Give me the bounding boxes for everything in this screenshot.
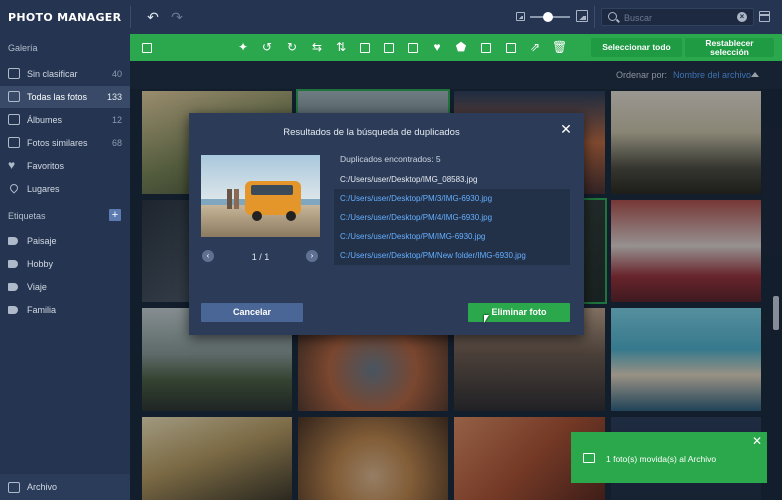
heart-icon: ♥ bbox=[8, 158, 16, 172]
small-thumbnail-icon[interactable] bbox=[516, 12, 525, 21]
large-thumbnail-icon[interactable] bbox=[576, 10, 588, 22]
similar-photos-icon bbox=[8, 137, 20, 148]
albums-icon bbox=[8, 114, 20, 125]
tag-icon bbox=[8, 283, 18, 291]
add-tag-button[interactable]: + bbox=[109, 209, 121, 221]
prev-icon[interactable]: ‹ bbox=[202, 250, 214, 262]
rotate-right-icon[interactable]: ↻ bbox=[285, 40, 299, 54]
sidebar-item-label: Álbumes bbox=[27, 115, 63, 125]
search-box[interactable]: × bbox=[601, 8, 754, 26]
slider-knob[interactable] bbox=[543, 12, 553, 22]
search-input[interactable] bbox=[624, 11, 734, 24]
sidebar-item-all-photos[interactable]: Todas las fotos 133 bbox=[0, 86, 130, 108]
sidebar-item-label: Archivo bbox=[27, 482, 58, 492]
sidebar-tag-landscape[interactable]: Paisaje bbox=[0, 230, 130, 252]
reset-line-2: selección bbox=[710, 46, 749, 57]
sidebar-tag-hobby[interactable]: Hobby bbox=[0, 253, 130, 275]
move-icon[interactable] bbox=[504, 40, 518, 54]
duplicate-preview-image bbox=[201, 155, 320, 237]
rotate-left-icon[interactable]: ↺ bbox=[260, 40, 274, 54]
heart-icon[interactable]: ♥ bbox=[430, 40, 444, 54]
sidebar-tag-family[interactable]: Familia bbox=[0, 299, 130, 321]
divider bbox=[130, 6, 131, 28]
duplicates-count: Duplicados encontrados: 5 bbox=[340, 154, 441, 164]
sidebar-item-albums[interactable]: Álbumes 12 bbox=[0, 109, 130, 131]
pager: 1 / 1 bbox=[251, 252, 270, 262]
slideshow-icon[interactable] bbox=[479, 40, 493, 54]
share-icon[interactable]: ⇗ bbox=[528, 40, 542, 54]
next-icon[interactable]: › bbox=[306, 250, 318, 262]
redo-icon[interactable]: ↷ bbox=[169, 9, 185, 25]
reset-selection-button[interactable]: Restablecer selección bbox=[685, 38, 774, 57]
item-count: 40 bbox=[111, 69, 122, 79]
sidebar-item-label: Todas las fotos bbox=[27, 92, 88, 102]
sidebar-item-label: Fotos similares bbox=[27, 138, 88, 148]
tag-icon bbox=[8, 260, 18, 268]
flip-vertical-icon[interactable]: ⇅ bbox=[334, 40, 348, 54]
divider bbox=[594, 6, 595, 28]
select-all-button[interactable]: Seleccionar todo bbox=[591, 38, 682, 57]
magic-wand-icon[interactable]: ✦ bbox=[236, 40, 250, 54]
pin-icon bbox=[8, 182, 20, 194]
mouse-cursor bbox=[484, 315, 489, 323]
photos-icon bbox=[8, 91, 20, 102]
tag-label: Paisaje bbox=[27, 236, 57, 246]
sidebar-item-favorites[interactable]: ♥ Favoritos bbox=[0, 155, 130, 177]
toast-message: 1 foto(s) movida(s) al Archivo bbox=[606, 454, 717, 464]
tag-icon bbox=[8, 237, 18, 245]
item-count: 12 bbox=[111, 115, 122, 125]
van-photo-icon bbox=[201, 155, 320, 237]
clear-search-icon[interactable]: × bbox=[737, 12, 747, 22]
tag-label: Familia bbox=[27, 305, 57, 315]
image-icon bbox=[583, 453, 595, 463]
flip-horizontal-icon[interactable]: ⇆ bbox=[310, 40, 324, 54]
tag-icon[interactable]: ⬟ bbox=[454, 40, 468, 54]
duplicate-results-dialog: Resultados de la búsqueda de duplicados … bbox=[189, 113, 584, 335]
search-icon bbox=[608, 12, 617, 21]
close-icon[interactable]: ✕ bbox=[559, 121, 573, 138]
cancel-button[interactable]: Cancelar bbox=[201, 303, 303, 322]
archive-icon bbox=[8, 482, 20, 493]
item-count: 68 bbox=[111, 138, 122, 148]
tag-label: Hobby bbox=[27, 259, 54, 269]
list-item[interactable]: C:/Users/user/Desktop/IMG_08583.jpg bbox=[334, 170, 570, 189]
item-count: 133 bbox=[106, 92, 122, 102]
sidebar-item-similar-photos[interactable]: Fotos similares 68 bbox=[0, 132, 130, 154]
sidebar: Galería Sin clasificar 40 Todas las foto… bbox=[0, 34, 130, 500]
tags-heading: Etiquetas bbox=[8, 211, 46, 221]
sidebar-item-label: Sin clasificar bbox=[27, 69, 78, 79]
adjust-icon[interactable] bbox=[406, 40, 420, 54]
calendar-icon[interactable] bbox=[759, 11, 770, 22]
resize-icon[interactable] bbox=[382, 40, 396, 54]
edit-toolbar: ✦ ↺ ↻ ⇆ ⇅ ♥ ⬟ ⇗ 🗑 Seleccionar todo Resta… bbox=[130, 34, 782, 61]
crop-icon[interactable] bbox=[358, 40, 372, 54]
app-logo: PHOTO MANAGER bbox=[8, 10, 122, 24]
gallery-heading: Galería bbox=[8, 43, 38, 53]
list-item-selected[interactable]: C:/Users/user/Desktop/PM/4/IMG-6930.jpg bbox=[334, 208, 570, 227]
sidebar-item-archive[interactable]: Archivo bbox=[0, 474, 130, 500]
tag-icon bbox=[8, 306, 18, 314]
list-item-selected[interactable]: C:/Users/user/Desktop/PM/3/IMG-6930.jpg bbox=[334, 189, 570, 208]
tag-label: Viaje bbox=[27, 282, 47, 292]
sidebar-item-label: Lugares bbox=[27, 184, 60, 194]
folder-icon bbox=[8, 68, 20, 79]
sidebar-tag-travel[interactable]: Viaje bbox=[0, 276, 130, 298]
sidebar-item-label: Favoritos bbox=[27, 161, 65, 171]
thumbnail-size-slider[interactable] bbox=[530, 12, 570, 22]
undo-icon[interactable]: ↶ bbox=[145, 9, 161, 25]
trash-icon[interactable]: 🗑 bbox=[552, 40, 567, 54]
add-to-album-icon[interactable] bbox=[140, 40, 154, 54]
dialog-title: Resultados de la búsqueda de duplicados bbox=[283, 127, 460, 138]
notification-toast: 1 foto(s) movida(s) al Archivo ✕ bbox=[571, 432, 767, 483]
title-bar: PHOTO MANAGER ↶ ↷ × bbox=[0, 0, 782, 34]
close-icon[interactable]: ✕ bbox=[752, 434, 762, 448]
duplicate-file-list: C:/Users/user/Desktop/IMG_08583.jpg C:/U… bbox=[334, 170, 570, 265]
list-item-selected[interactable]: C:/Users/user/Desktop/PM/IMG-6930.jpg bbox=[334, 227, 570, 246]
list-item-selected[interactable]: C:/Users/user/Desktop/PM/New folder/IMG-… bbox=[334, 246, 570, 265]
sidebar-item-unsorted[interactable]: Sin clasificar 40 bbox=[0, 63, 130, 85]
sidebar-item-places[interactable]: Lugares bbox=[0, 178, 130, 200]
